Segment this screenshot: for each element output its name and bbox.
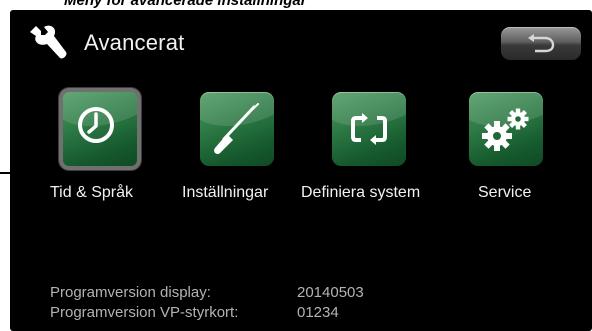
document-heading: Meny för avancerade inställningar xyxy=(64,0,307,8)
wrench-icon xyxy=(30,25,67,59)
controller-version-label: Programversion VP-styrkort: xyxy=(50,304,239,321)
menu-tile-service[interactable] xyxy=(469,92,543,166)
menu-label-define-system: Definiera system xyxy=(301,184,421,201)
menu-label-settings: Inställningar xyxy=(182,184,269,201)
gears-icon xyxy=(482,108,529,151)
menu-tile-time-language[interactable] xyxy=(59,88,141,170)
device-screen: Avancerat Tid & Språk Inställningar Defi… xyxy=(10,10,592,331)
display-version-label: Programversion display: xyxy=(50,284,211,301)
back-arrow-icon xyxy=(528,34,555,53)
controller-version-value: 01234 xyxy=(297,304,339,321)
clock-icon xyxy=(78,107,114,143)
page: Meny för avancerade inställningar Avance… xyxy=(0,0,592,331)
cycle-arrows-icon xyxy=(351,113,387,145)
header-bar: Avancerat xyxy=(10,10,592,72)
screwdriver-icon xyxy=(214,103,259,155)
menu-label-service: Service xyxy=(478,184,532,201)
margin-rule xyxy=(0,172,10,174)
menu-tile-define-system[interactable] xyxy=(332,92,406,166)
page-title: Avancerat xyxy=(84,30,185,55)
display-version-value: 20140503 xyxy=(297,284,364,301)
menu-label-time-language: Tid & Språk xyxy=(50,184,133,201)
menu-tile-settings[interactable] xyxy=(200,92,274,166)
back-button[interactable] xyxy=(501,27,581,60)
